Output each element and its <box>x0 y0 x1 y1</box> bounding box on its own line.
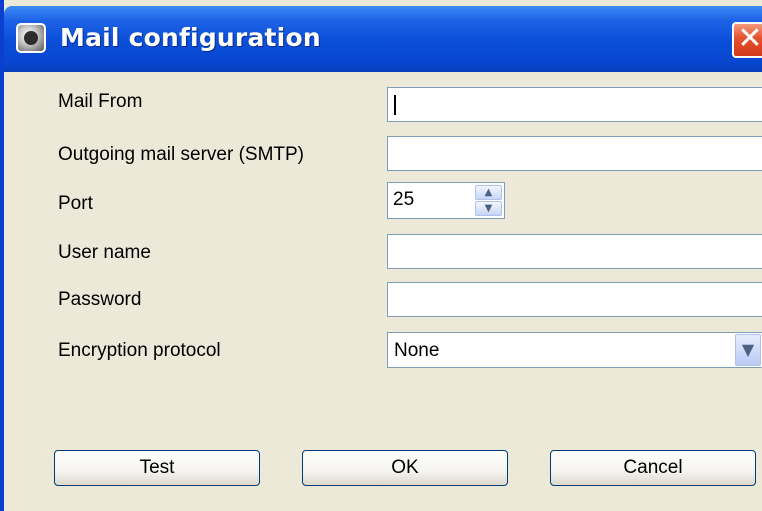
encryption-label: Encryption protocol <box>58 340 221 361</box>
smtp-server-label: Outgoing mail server (SMTP) <box>58 144 305 165</box>
mail-configuration-dialog: Mail configuration ✕ Mail From Outgoing … <box>0 0 762 511</box>
close-button[interactable]: ✕ <box>732 22 762 58</box>
title-bar[interactable]: Mail configuration ✕ <box>4 6 762 72</box>
port-spinner[interactable]: 25 ▲ ▼ <box>387 182 505 219</box>
smtp-server-field[interactable] <box>387 136 762 171</box>
user-name-field[interactable] <box>387 234 762 269</box>
user-name-label: User name <box>58 242 151 263</box>
mail-from-field[interactable] <box>387 87 762 122</box>
mail-from-label: Mail From <box>58 91 143 112</box>
chevron-down-icon[interactable]: ▼ <box>475 201 502 216</box>
mail-app-icon <box>16 23 46 53</box>
port-label: Port <box>58 193 93 214</box>
cancel-button[interactable]: Cancel <box>550 450 756 486</box>
ok-button[interactable]: OK <box>302 450 508 486</box>
encryption-value: None <box>394 340 440 361</box>
window-title: Mail configuration <box>60 23 321 52</box>
password-label: Password <box>58 289 142 310</box>
test-button[interactable]: Test <box>54 450 260 486</box>
chevron-up-icon[interactable]: ▲ <box>475 185 502 200</box>
text-caret <box>394 95 396 115</box>
port-value[interactable]: 25 <box>393 189 414 211</box>
password-field[interactable] <box>387 282 762 317</box>
close-icon: ✕ <box>737 21 762 56</box>
encryption-dropdown[interactable]: None ▼ <box>387 332 762 368</box>
chevron-down-icon[interactable]: ▼ <box>735 334 761 366</box>
